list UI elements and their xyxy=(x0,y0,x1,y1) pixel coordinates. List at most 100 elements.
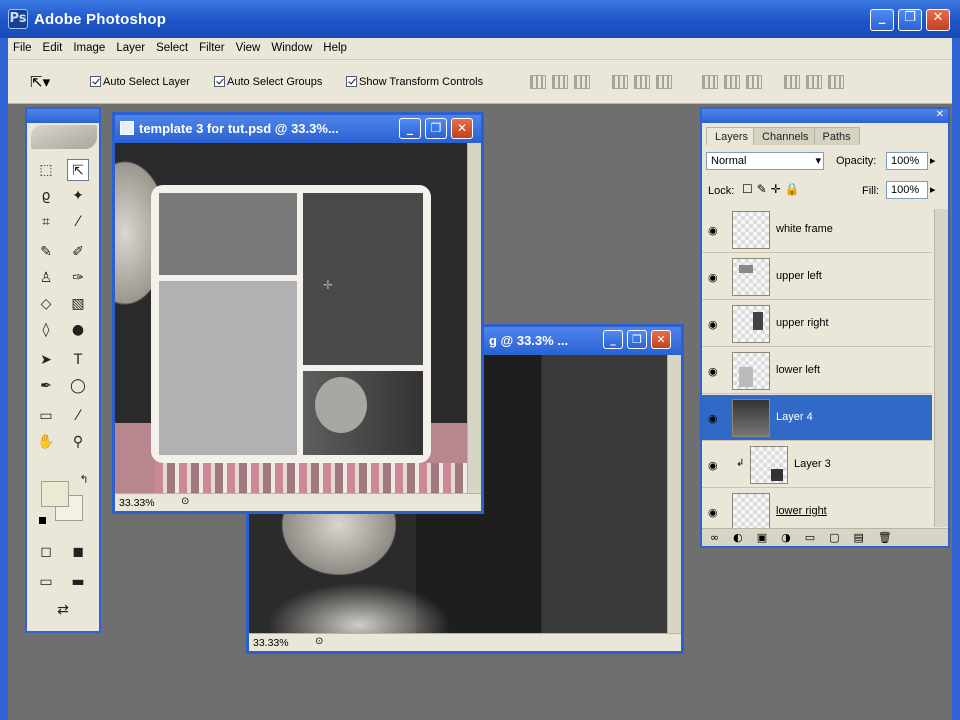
eye-icon[interactable]: ◉ xyxy=(708,459,722,472)
doc-back-minimize-button[interactable]: _ xyxy=(603,330,623,349)
opacity-field[interactable]: 100% xyxy=(886,152,928,170)
align-right-icon[interactable] xyxy=(656,75,672,89)
menu-select[interactable]: Select xyxy=(151,38,194,54)
layers-panel-titlebar[interactable]: ✕ xyxy=(702,109,948,123)
menu-image[interactable]: Image xyxy=(68,38,111,54)
layer-row-layer-3[interactable]: ◉ ↲ Layer 3 xyxy=(702,442,932,488)
brush-tool-icon[interactable]: ✐ xyxy=(67,241,89,263)
distribute-vcenter-icon[interactable] xyxy=(724,75,740,89)
menu-file[interactable]: File xyxy=(8,38,38,54)
tab-layers[interactable]: Layers xyxy=(706,127,758,145)
doc-front-vertical-scrollbar[interactable] xyxy=(467,143,481,494)
maximize-button[interactable]: ❐ xyxy=(898,9,922,31)
quick-mask-mode-icon[interactable]: ◼ xyxy=(67,541,89,563)
doc-front-titlebar[interactable]: template 3 for tut.psd @ 33.3%... _ ❐ ✕ xyxy=(115,115,481,143)
distribute-left-icon[interactable] xyxy=(784,75,800,89)
eye-icon[interactable]: ◉ xyxy=(708,506,722,519)
show-transform-controls-checkbox[interactable]: Show Transform Controls xyxy=(346,76,483,88)
doc-front-maximize-button[interactable]: ❐ xyxy=(425,118,447,139)
pen-tool-icon[interactable]: ✒ xyxy=(35,375,57,397)
align-top-icon[interactable] xyxy=(530,75,546,89)
blend-mode-select[interactable]: Normal ▾ xyxy=(706,152,824,170)
align-bottom-icon[interactable] xyxy=(574,75,590,89)
layers-panel-close-icon[interactable]: ✕ xyxy=(936,109,944,120)
doc-front-zoom-level[interactable]: 33.33% xyxy=(119,497,155,509)
tab-channels[interactable]: Channels xyxy=(753,127,818,145)
menu-filter[interactable]: Filter xyxy=(194,38,231,54)
layers-vertical-scrollbar[interactable] xyxy=(934,209,948,527)
menu-layer[interactable]: Layer xyxy=(111,38,151,54)
distribute-hcenter-icon[interactable] xyxy=(806,75,822,89)
zoom-tool-icon[interactable]: ⚲ xyxy=(67,431,89,453)
jump-to-imageready-icon[interactable]: ⇄ xyxy=(35,599,91,621)
menu-view[interactable]: View xyxy=(231,38,267,54)
layer-row-white-frame[interactable]: ◉ white frame xyxy=(702,207,932,253)
crop-tool-icon[interactable]: ⌗ xyxy=(35,211,57,233)
healing-brush-tool-icon[interactable]: ✎ xyxy=(35,241,57,263)
screen-mode-icon[interactable]: ▭ xyxy=(35,571,57,593)
doc-back-vertical-scrollbar[interactable] xyxy=(667,355,681,634)
doc-back-close-button[interactable]: ✕ xyxy=(651,330,671,349)
magic-wand-tool-icon[interactable]: ✦ xyxy=(67,185,89,207)
blur-tool-icon[interactable]: ◊ xyxy=(35,319,57,341)
lock-icons[interactable]: ☐✎✛🔒 xyxy=(742,182,804,196)
eye-icon[interactable]: ◉ xyxy=(708,412,722,425)
doc-back-maximize-button[interactable]: ❐ xyxy=(627,330,647,349)
foreground-color-swatch[interactable] xyxy=(41,481,69,507)
distribute-bottom-icon[interactable] xyxy=(746,75,762,89)
distribute-top-icon[interactable] xyxy=(702,75,718,89)
hand-tool-icon[interactable]: ✋ xyxy=(35,431,57,453)
standard-mode-icon[interactable]: ◻ xyxy=(35,541,57,563)
marquee-tool-icon[interactable]: ⬚ xyxy=(35,159,57,181)
swap-colors-icon[interactable]: ↰ xyxy=(73,469,95,491)
menu-help[interactable]: Help xyxy=(318,38,353,54)
auto-select-groups-checkbox[interactable]: Auto Select Groups xyxy=(214,76,322,88)
full-screen-mode-icon[interactable]: ▬ xyxy=(67,571,89,593)
doc-back-status-arrow-icon[interactable]: ⊙ xyxy=(315,636,323,647)
doc-back-zoom-level[interactable]: 33.33% xyxy=(253,637,289,649)
type-tool-icon[interactable]: T xyxy=(67,349,89,371)
doc-front-canvas[interactable]: ✛ xyxy=(115,143,467,494)
move-tool-preset-icon[interactable]: ⇱▾ xyxy=(30,73,50,91)
layer-row-upper-left[interactable]: ◉ upper left xyxy=(702,254,932,300)
align-left-icon[interactable] xyxy=(612,75,628,89)
eye-icon[interactable]: ◉ xyxy=(708,318,722,331)
path-selection-tool-icon[interactable]: ➤ xyxy=(35,349,57,371)
slice-tool-icon[interactable]: ⁄ xyxy=(67,211,89,233)
history-brush-tool-icon[interactable]: ✑ xyxy=(67,267,89,289)
layer-row-upper-right[interactable]: ◉ upper right xyxy=(702,301,932,347)
dodge-tool-icon[interactable]: ● xyxy=(67,319,89,341)
tab-paths[interactable]: Paths xyxy=(813,127,860,145)
doc-front-close-button[interactable]: ✕ xyxy=(451,118,473,139)
eraser-tool-icon[interactable]: ◇ xyxy=(35,293,57,315)
doc-front-status-arrow-icon[interactable]: ⊙ xyxy=(181,496,189,507)
eye-icon[interactable]: ◉ xyxy=(708,224,722,237)
layer-action-icons[interactable]: ∞◐▣◑▭▢▤🗑 xyxy=(710,531,906,544)
opacity-arrow-icon[interactable]: ▸ xyxy=(930,154,936,167)
auto-select-layer-checkbox[interactable]: Auto Select Layer xyxy=(90,76,190,88)
minimize-button[interactable]: _ xyxy=(870,9,894,31)
align-hcenter-icon[interactable] xyxy=(634,75,650,89)
align-vcenter-icon[interactable] xyxy=(552,75,568,89)
layer-row-lower-left[interactable]: ◉ lower left xyxy=(702,348,932,394)
menu-window[interactable]: Window xyxy=(266,38,318,54)
menu-edit[interactable]: Edit xyxy=(38,38,69,54)
fill-field[interactable]: 100% xyxy=(886,181,928,199)
eyedropper-tool-icon[interactable]: ⁄ xyxy=(67,405,89,427)
doc-front-minimize-button[interactable]: _ xyxy=(399,118,421,139)
notes-tool-icon[interactable]: ▭ xyxy=(35,405,57,427)
lasso-tool-icon[interactable]: ϱ xyxy=(35,185,57,207)
eye-icon[interactable]: ◉ xyxy=(708,365,722,378)
distribute-right-icon[interactable] xyxy=(828,75,844,89)
blend-mode-value: Normal xyxy=(711,155,747,167)
default-colors-icon[interactable] xyxy=(39,517,46,524)
layer-row-layer-4[interactable]: ◉ Layer 4 xyxy=(702,395,932,441)
close-button[interactable]: ✕ xyxy=(926,9,950,31)
shape-tool-icon[interactable]: ◯ xyxy=(67,375,89,397)
fill-arrow-icon[interactable]: ▸ xyxy=(930,183,936,196)
eye-icon[interactable]: ◉ xyxy=(708,271,722,284)
toolbox-titlebar[interactable] xyxy=(27,109,99,123)
move-tool-icon[interactable]: ⇱ xyxy=(67,159,89,181)
clone-stamp-tool-icon[interactable]: ♙ xyxy=(35,267,57,289)
gradient-tool-icon[interactable]: ▧ xyxy=(67,293,89,315)
